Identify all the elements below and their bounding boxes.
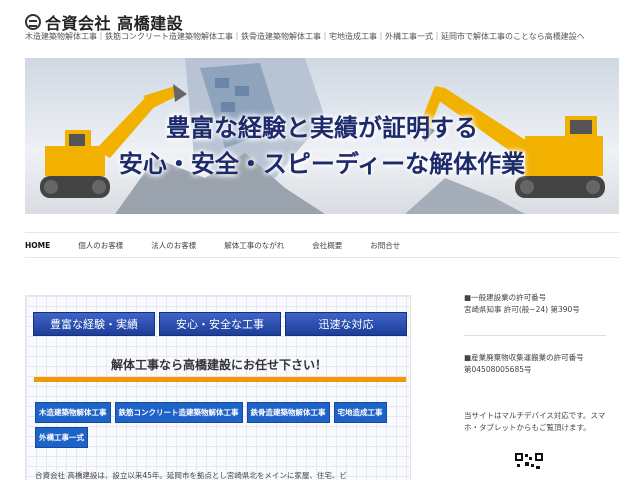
nav-corporate[interactable]: 法人のお客様 [151, 240, 196, 251]
site-description: 木造建築物解体工事｜鉄筋コンクリート造建築物解体工事｜鉄骨造建築物解体工事｜宅地… [25, 32, 585, 41]
feature-headings: 豊富な経験・実績 安心・安全な工事 迅速な対応 [33, 312, 407, 336]
feature-heading-experience: 豊富な経験・実績 [33, 312, 155, 336]
hero-banner: 豊富な経験と実績が証明する 安心・安全・スピーディーな解体作業 [25, 58, 619, 214]
nav-home[interactable]: HOME [25, 241, 50, 250]
multidevice-note: 当サイトはマルチデバイス対応です。スマ ホ・タブレットからもご覧頂けます。 [464, 410, 605, 434]
feature-heading-safety: 安心・安全な工事 [159, 312, 281, 336]
promo-heading: 解体工事なら高橋建設にお任せ下さい！ [110, 358, 327, 372]
intro-text: 合資会社 高橋建設は、設立以来45年。延岡市を拠点とし宮崎県北をメインに家屋、住… [35, 471, 347, 480]
nav-individual[interactable]: 個人のお客様 [78, 240, 123, 251]
service-tag-land[interactable]: 宅地造成工事 [333, 402, 387, 423]
orange-divider [34, 377, 406, 382]
main-nav: HOME 個人のお客様 法人のお客様 解体工事のながれ 会社概要 お問合せ [25, 232, 619, 258]
permit-construction: ■一般建設業の許可番号 宮崎県知事 許可(般−24) 第390号 [464, 292, 580, 316]
sidebar-divider [464, 335, 606, 336]
hero-headline: 豊富な経験と実績が証明する [166, 113, 478, 142]
multidevice-line1: 当サイトはマルチデバイス対応です。スマ [464, 411, 606, 420]
feature-heading-speed: 迅速な対応 [285, 312, 407, 336]
service-tags: 木造建築物解体工事 鉄筋コンクリート造建築物解体工事 鉄骨造建築物解体工事 宅地… [35, 402, 395, 448]
nav-flow[interactable]: 解体工事のながれ [224, 240, 284, 251]
permit-waste: ■産業廃棄物収集運搬業の許可番号 第04508005685号 [464, 352, 584, 376]
permit-construction-value: 宮崎県知事 許可(般−24) 第390号 [464, 305, 580, 314]
company-logo-icon [25, 14, 41, 30]
service-tag-exterior[interactable]: 外構工事一式 [35, 427, 88, 448]
nav-company[interactable]: 会社概要 [312, 240, 342, 251]
multidevice-line2: ホ・タブレットからもご覧頂けます。 [464, 423, 591, 432]
service-tag-steel[interactable]: 鉄骨造建築物解体工事 [246, 402, 330, 423]
hero-subheadline: 安心・安全・スピーディーな解体作業 [118, 149, 526, 178]
permit-waste-value: 第04508005685号 [464, 365, 532, 374]
permit-construction-title: ■一般建設業の許可番号 [464, 293, 547, 302]
nav-contact[interactable]: お問合せ [370, 240, 400, 251]
service-tag-wooden[interactable]: 木造建築物解体工事 [35, 402, 111, 423]
service-tag-rc[interactable]: 鉄筋コンクリート造建築物解体工事 [114, 402, 243, 423]
permit-waste-title: ■産業廃棄物収集運搬業の許可番号 [464, 353, 584, 362]
qr-code-icon [514, 452, 544, 480]
main-content: 豊富な経験・実績 安心・安全な工事 迅速な対応 解体工事なら高橋建設にお任せ下さ… [25, 295, 411, 480]
